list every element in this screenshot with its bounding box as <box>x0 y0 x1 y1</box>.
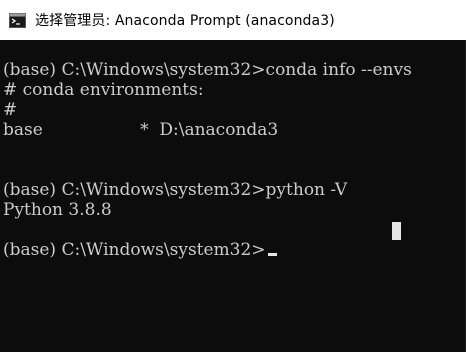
window-title: 选择管理员: Anaconda Prompt (anaconda3) <box>35 13 335 29</box>
console-line: Python 3.8.8 <box>3 200 112 220</box>
console-line: # conda environments: <box>3 80 204 100</box>
console-line: base * D:\anaconda3 <box>3 120 279 140</box>
text-cursor <box>267 253 277 256</box>
console-line: (base) C:\Windows\system32>conda info --… <box>3 60 412 80</box>
console-line: (base) C:\Windows\system32>python -V <box>3 180 348 200</box>
terminal-window: 选择管理员: Anaconda Prompt (anaconda3) (base… <box>0 0 466 352</box>
console-prompt-line[interactable]: (base) C:\Windows\system32> <box>3 240 277 260</box>
console-line: # <box>3 100 18 120</box>
block-cursor <box>392 222 401 240</box>
title-bar[interactable]: 选择管理员: Anaconda Prompt (anaconda3) <box>0 0 466 40</box>
terminal-icon <box>9 12 26 28</box>
console-output[interactable]: (base) C:\Windows\system32>conda info --… <box>0 40 466 352</box>
console-prompt: (base) C:\Windows\system32> <box>3 240 266 260</box>
